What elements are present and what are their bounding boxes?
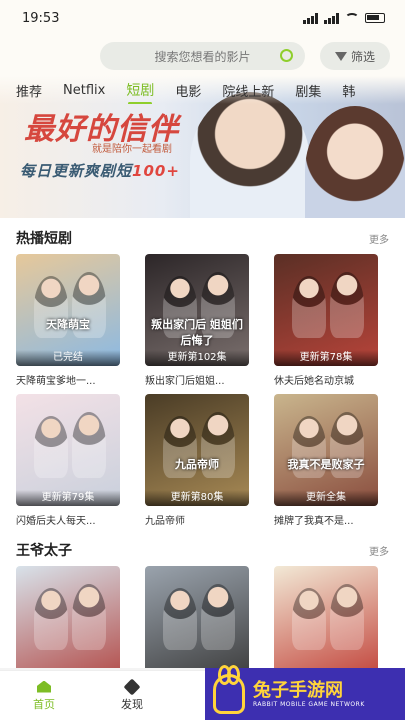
banner-tagline-count: 100+ <box>132 162 180 180</box>
filter-label: 筛选 <box>350 49 375 64</box>
tab-5[interactable]: 剧集 <box>295 81 321 100</box>
watermark-logo: 兔子手游网 RABBIT MOBILE GAME NETWORK <box>205 665 405 720</box>
banner-subtitle: 就是陪你一起看剧 <box>92 144 172 155</box>
drama-poster[interactable]: 天降萌宝 已完结 <box>16 254 120 366</box>
drama-poster[interactable] <box>274 566 378 668</box>
drama-title[interactable]: 叛出家门后姐姐... <box>145 372 249 387</box>
drama-card[interactable]: 更新第79集 闪婚后夫人每天... <box>16 394 120 527</box>
poster-overlay-title: 叛出家门后 姐姐们后悔了 <box>151 318 243 347</box>
rabbit-logo-icon <box>213 665 245 714</box>
watermark-name: 兔子手游网 <box>253 679 343 701</box>
poster-figure <box>34 416 68 478</box>
tab-2[interactable]: 短剧 <box>126 80 154 104</box>
episode-badge: 更新第79集 <box>16 490 120 506</box>
banner-actor-image <box>190 92 310 226</box>
drama-card[interactable] <box>16 566 120 668</box>
drama-card[interactable] <box>145 566 249 668</box>
episode-badge: 更新全集 <box>274 490 378 506</box>
status-bar: 19:53 <box>0 0 405 36</box>
tab-3[interactable]: 电影 <box>175 81 201 100</box>
drama-poster[interactable]: 九品帝师更新第80集 <box>145 394 249 506</box>
nav-label: 发现 <box>121 697 143 711</box>
battery-icon <box>365 13 385 23</box>
drama-title[interactable]: 闪婚后夫人每天... <box>16 512 120 527</box>
drama-poster[interactable] <box>145 566 249 668</box>
section-header-prince: 王爷太子 更多 <box>16 540 389 560</box>
wifi-icon <box>345 13 359 23</box>
filter-icon <box>334 51 347 61</box>
search-icon[interactable] <box>280 49 293 62</box>
drama-card[interactable]: 我真不是败家子 更新全集摊牌了我真不是... <box>274 394 378 527</box>
poster-figure <box>201 584 235 650</box>
episode-badge: 更新第78集 <box>274 350 378 366</box>
poster-overlay-title: 我真不是败家子 <box>287 458 365 471</box>
watermark-subtitle: RABBIT MOBILE GAME NETWORK <box>253 700 365 708</box>
tab-6[interactable]: 韩 <box>342 81 355 100</box>
section-title-prince: 王爷太子 <box>16 543 72 559</box>
drama-card[interactable]: 更新第78集 休夫后她名动京城 <box>274 254 378 387</box>
category-tabs: 推荐 Netflix 短剧 电影 院线上新 剧集 韩 <box>0 76 405 104</box>
tab-0[interactable]: 推荐 <box>16 81 42 100</box>
poster-figure <box>330 272 364 338</box>
episode-badge: 更新第80集 <box>145 490 249 506</box>
drama-card[interactable]: 九品帝师 更新第80集 九品帝师 <box>145 394 249 527</box>
poster-overlay-title: 九品帝师 <box>175 458 219 471</box>
main-content: 热播短剧 更多 天降萌宝 已完结 天降萌宝爹地一... 叛出家门后 姐姐们后悔了 更新第… <box>0 218 405 668</box>
poster-overlay-title: 天降萌宝 <box>46 318 90 331</box>
drama-poster[interactable]: 更新第78集 <box>274 254 378 366</box>
poster-figure <box>34 588 68 650</box>
search-placeholder: 搜索您想看的影片 <box>154 49 251 64</box>
watermark-text: 兔子手游网 RABBIT MOBILE GAME NETWORK <box>253 679 365 708</box>
poster-figure <box>163 588 197 650</box>
drama-title[interactable]: 九品帝师 <box>145 512 249 527</box>
drama-poster[interactable]: 更新第79集 <box>16 394 120 506</box>
more-link-prince[interactable]: 更多 <box>369 543 389 558</box>
drama-card[interactable]: 叛出家门后 姐姐们后悔了更新第102集 叛出家门后姐姐... <box>145 254 249 387</box>
drama-title[interactable]: 摊牌了我真不是... <box>274 512 378 527</box>
drama-poster[interactable]: 我真不是败家子 更新全集 <box>274 394 378 506</box>
signal-icon <box>303 12 318 24</box>
tab-1[interactable]: Netflix <box>63 83 105 98</box>
banner-tagline-text: 每日更新爽剧短 <box>20 162 133 180</box>
drama-poster[interactable] <box>16 566 120 668</box>
episode-badge: 已完结 <box>16 350 120 366</box>
section-title-hot: 热播短剧 <box>16 231 72 247</box>
drama-title[interactable]: 休夫后她名动京城 <box>274 372 378 387</box>
poster-figure <box>330 584 364 650</box>
nav-label: 首页 <box>33 697 55 711</box>
more-link-hot[interactable]: 更多 <box>369 231 389 246</box>
status-time: 19:53 <box>22 10 60 26</box>
episode-badge: 更新第102集 <box>145 350 249 366</box>
search-input[interactable]: 搜索您想看的影片 <box>100 42 305 70</box>
banner-actress-image <box>305 106 405 226</box>
drama-poster[interactable]: 叛出家门后 姐姐们后悔了更新第102集 <box>145 254 249 366</box>
poster-figure <box>72 412 106 478</box>
poster-figure <box>292 276 326 338</box>
banner-tagline: 每日更新爽剧短100+ <box>20 160 180 181</box>
nav-item-0[interactable]: 首页 <box>0 671 88 720</box>
drama-card[interactable]: 天降萌宝已完结天降萌宝爹地一... <box>16 254 120 387</box>
tab-4[interactable]: 院线上新 <box>222 81 274 100</box>
nav-item-1[interactable]: 发现 <box>88 671 176 720</box>
discover-icon <box>123 678 141 695</box>
signal-icon-2 <box>324 12 339 24</box>
home-icon <box>37 680 51 693</box>
status-icons <box>303 12 385 24</box>
search-row: 搜索您想看的影片 筛选 <box>0 36 405 76</box>
section-header-hot: 热播短剧 更多 <box>16 228 389 248</box>
drama-card[interactable] <box>274 566 378 668</box>
poster-figure <box>72 584 106 650</box>
drama-title[interactable]: 天降萌宝爹地一... <box>16 372 120 387</box>
filter-button[interactable]: 筛选 <box>320 42 390 70</box>
poster-figure <box>292 588 326 650</box>
